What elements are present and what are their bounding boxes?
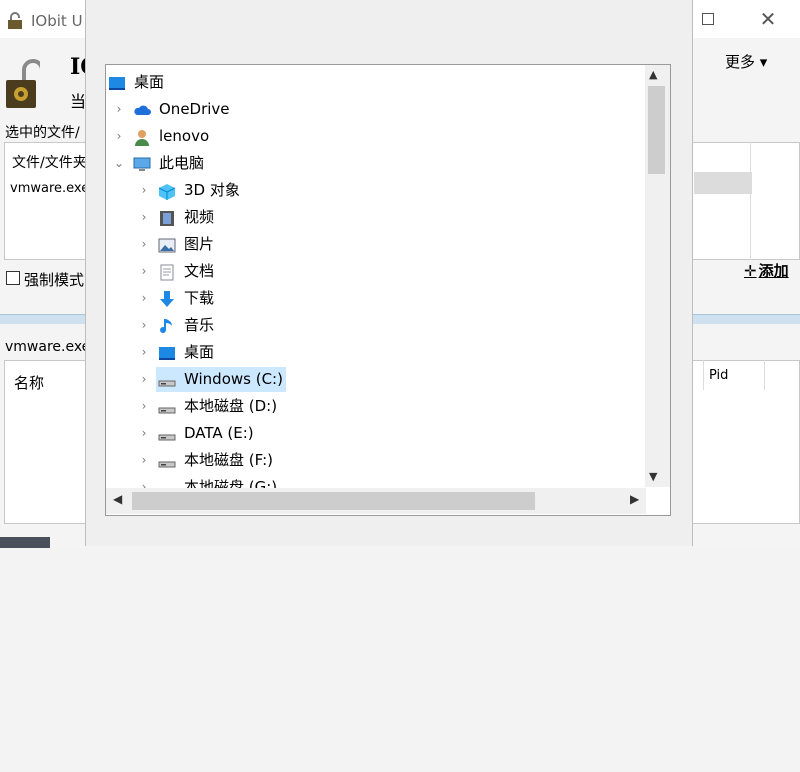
force-mode-label[interactable]: 强制模式	[24, 269, 84, 290]
scroll-up-arrow-icon[interactable]: ▲	[649, 68, 657, 81]
app-subheading: 当	[70, 92, 87, 111]
scroll-left-arrow-icon[interactable]: ◀	[113, 492, 122, 506]
maximize-button[interactable]	[696, 8, 720, 32]
more-menu-button[interactable]: 更多 ▾	[725, 51, 767, 72]
desktop-icon	[158, 344, 176, 361]
selected-files-label: 选中的文件/	[5, 125, 80, 141]
force-mode-checkbox[interactable]	[6, 271, 20, 285]
unlock-icon	[6, 59, 40, 108]
tree-row-label: 本地磁盘 (F:)	[184, 451, 273, 469]
3d-objects-icon	[158, 182, 176, 200]
chevron-right-icon[interactable]: ›	[137, 312, 151, 339]
column-header-pid[interactable]: Pid	[709, 368, 728, 383]
chevron-right-icon[interactable]: ›	[137, 204, 151, 231]
chevron-right-icon[interactable]: ›	[137, 366, 151, 393]
scroll-right-arrow-icon[interactable]: ▶	[630, 492, 639, 506]
lock-icon	[8, 12, 22, 29]
video-icon	[158, 209, 176, 226]
tree-row-label: lenovo	[159, 127, 210, 145]
folder-tree[interactable]: 桌面 › OneDrive › lenovo ⌄ 此电脑 › 3D 对象 › 视频 › 图片 › 文档 › 下载…	[105, 64, 671, 516]
file-row[interactable]: vmware.exe	[10, 181, 89, 196]
pictures-icon	[158, 236, 176, 253]
column-header-name[interactable]: 名称	[14, 372, 44, 393]
music-icon	[158, 317, 176, 334]
chevron-down-icon[interactable]: ⌄	[112, 150, 126, 177]
tree-row[interactable]: › 图片	[106, 231, 646, 258]
column-divider	[764, 360, 765, 390]
tree-row-label: 音乐	[184, 316, 215, 334]
tree-row-label: 下载	[184, 289, 215, 307]
tree-row-label: 本地磁盘 (D:)	[184, 397, 278, 415]
tree-row-label: Windows (C:)	[184, 370, 283, 388]
drive-icon	[158, 398, 176, 415]
tree-row[interactable]: › 下载	[106, 285, 646, 312]
tree-row[interactable]: › 本地磁盘 (D:)	[106, 393, 646, 420]
drive-icon	[158, 371, 176, 388]
computer-icon	[133, 155, 151, 172]
close-button[interactable]: ✕	[754, 6, 782, 34]
tree-row[interactable]: › lenovo	[106, 123, 646, 150]
window-title: IObit U	[31, 12, 83, 30]
chevron-right-icon[interactable]: ›	[137, 177, 151, 204]
chevron-right-icon[interactable]: ›	[137, 258, 151, 285]
tree-row[interactable]: › 文档	[106, 258, 646, 285]
tree-row[interactable]: › Windows (C:)	[106, 366, 646, 393]
bottom-bar-segment	[0, 537, 50, 548]
tree-row-label: DATA (E:)	[184, 424, 254, 442]
tree-row[interactable]: › DATA (E:)	[106, 420, 646, 447]
chevron-right-icon[interactable]: ›	[137, 285, 151, 312]
chevron-right-icon[interactable]: ›	[137, 339, 151, 366]
tree-row-label: 图片	[184, 235, 215, 253]
drive-icon	[158, 452, 176, 469]
tree-row[interactable]: › 本地磁盘 (F:)	[106, 447, 646, 474]
onedrive-cloud-icon	[133, 101, 151, 118]
tree-row-label: 桌面	[134, 73, 165, 91]
desktop-icon	[108, 74, 126, 91]
add-button-label: 添加	[758, 262, 789, 280]
scroll-down-arrow-icon[interactable]: ▼	[649, 470, 657, 483]
chevron-right-icon[interactable]: ›	[112, 96, 126, 123]
tree-row-label: 此电脑	[159, 154, 205, 172]
drive-icon	[158, 425, 176, 442]
tree-row[interactable]: ⌄ 此电脑	[106, 150, 646, 177]
tree-row-label: 3D 对象	[184, 181, 240, 199]
vertical-scroll-thumb[interactable]	[648, 86, 665, 174]
horizontal-scroll-thumb[interactable]	[132, 492, 535, 510]
user-icon	[133, 128, 151, 146]
column-divider	[750, 142, 751, 260]
downloads-icon	[158, 290, 176, 307]
tree-row[interactable]: › OneDrive	[106, 96, 646, 123]
tree-row[interactable]: › 视频	[106, 204, 646, 231]
chevron-right-icon[interactable]: ›	[137, 420, 151, 447]
chevron-right-icon[interactable]: ›	[137, 231, 151, 258]
tree-row[interactable]: › 音乐	[106, 312, 646, 339]
add-icon: ✛	[744, 262, 757, 280]
tree-row-label: 桌面	[184, 343, 215, 361]
tree-row-label: 视频	[184, 208, 215, 226]
tree-row-label: 文档	[184, 262, 215, 280]
chevron-right-icon[interactable]: ›	[137, 447, 151, 474]
add-button[interactable]: ✛ 添加	[744, 260, 789, 281]
tree-row[interactable]: › 桌面	[106, 339, 646, 366]
tree-row[interactable]: 桌面	[106, 69, 646, 96]
chevron-right-icon[interactable]: ›	[137, 393, 151, 420]
tree-row[interactable]: › 3D 对象	[106, 177, 646, 204]
chevron-right-icon[interactable]: ›	[112, 123, 126, 150]
tree-row-label: OneDrive	[159, 100, 230, 118]
file-row-highlight	[694, 172, 752, 194]
column-divider	[703, 360, 704, 390]
documents-icon	[158, 263, 176, 281]
files-column-header[interactable]: 文件/文件夹	[12, 152, 87, 172]
process-label: vmware.exe	[5, 339, 91, 355]
